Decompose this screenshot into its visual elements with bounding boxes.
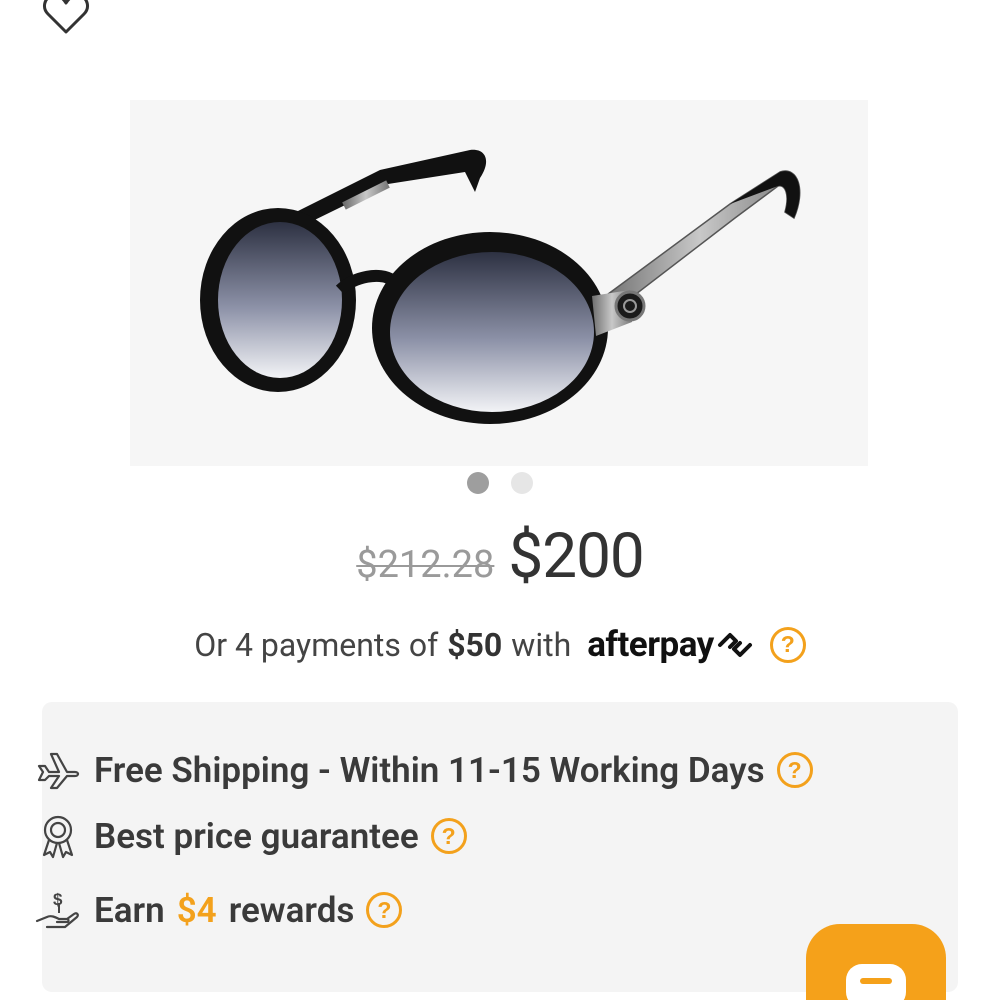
product-image[interactable] <box>130 100 868 466</box>
chat-bubble-icon <box>846 964 906 1000</box>
rewards-amount: $4 <box>176 889 217 931</box>
shipping-help-icon[interactable]: ? <box>776 752 813 788</box>
rewards-prefix: Earn <box>94 889 165 931</box>
afterpay-prefix: Or 4 payments of <box>194 625 439 664</box>
afterpay-amount: $50 <box>447 625 503 664</box>
afterpay-installments: Or 4 payments of $50 with afterpay ? <box>0 624 1000 665</box>
afterpay-logo: afterpay <box>587 624 754 665</box>
rewards-suffix: rewards <box>228 889 355 931</box>
airplane-icon <box>34 746 82 794</box>
rewards-help-icon[interactable]: ? <box>366 892 403 928</box>
sunglasses-image <box>200 149 801 424</box>
award-ribbon-icon <box>34 812 82 860</box>
best-price-text: Best price guarantee <box>94 815 419 857</box>
rewards-item: $ Earn $4 rewards ? <box>34 886 403 934</box>
afterpay-suffix: with <box>511 625 572 664</box>
afterpay-help-icon[interactable]: ? <box>769 626 806 663</box>
best-price-item: Best price guarantee ? <box>34 812 467 860</box>
carousel-dot-2[interactable] <box>511 472 533 494</box>
carousel-dot-1[interactable] <box>467 472 489 494</box>
wishlist-button[interactable] <box>40 0 92 40</box>
hand-money-icon: $ <box>34 886 82 934</box>
chat-button[interactable] <box>806 924 946 1000</box>
original-price: $212.28 <box>356 543 495 587</box>
heart-outline-icon <box>43 0 89 34</box>
price-row: $212.28 $200 <box>0 520 1000 593</box>
free-shipping-text: Free Shipping - Within 11-15 Working Day… <box>94 749 765 791</box>
free-shipping-item: Free Shipping - Within 11-15 Working Day… <box>34 746 813 794</box>
current-price: $200 <box>508 520 644 593</box>
afterpay-arrows-icon <box>717 632 752 657</box>
image-carousel-indicator <box>0 472 1000 494</box>
price-guarantee-help-icon[interactable]: ? <box>430 818 467 854</box>
afterpay-logo-text: afterpay <box>587 624 714 665</box>
